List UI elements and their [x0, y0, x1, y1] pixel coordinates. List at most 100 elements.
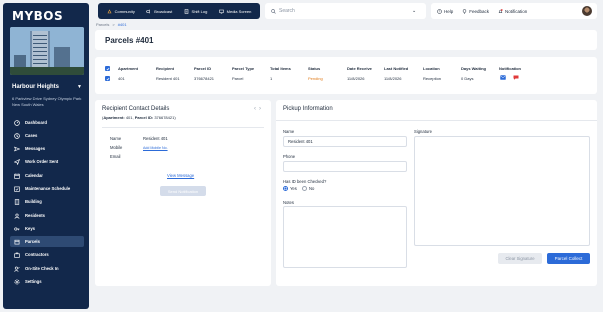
sidebar: MYBOS Harbour Heights ▼ 6 Parkview Drive… [3, 3, 89, 309]
contact-title: Recipient Contact Details [102, 106, 170, 112]
breadcrumb-parent[interactable]: Parcels [96, 22, 109, 27]
col-header-notification[interactable]: Notification [499, 66, 521, 71]
sidebar-item-residents[interactable]: Residents [10, 210, 84, 221]
col-header-last-notified[interactable]: Last Notified [384, 66, 408, 71]
parcel-table: Apartment Recipient Parcel ID Parcel Typ… [95, 57, 597, 94]
send-notification-button[interactable]: Send Notification [160, 186, 206, 196]
building-icon [14, 198, 20, 205]
col-header-apartment[interactable]: Apartment [118, 66, 138, 71]
sidebar-item-dashboard[interactable]: Dashboard [10, 117, 84, 128]
signature-pad[interactable] [414, 136, 590, 246]
title-card: Parcels #401 [95, 30, 597, 50]
sidebar-item-keys[interactable]: Keys [10, 223, 84, 234]
col-header-days-waiting[interactable]: Days Waiting [461, 66, 486, 71]
sidebar-item-label: Residents [25, 213, 46, 218]
tab-label: Shift Log [191, 8, 208, 14]
parcel-id-label: Parcel ID: [134, 115, 154, 120]
cell-last-notified: 11/8/2026 [384, 76, 402, 81]
chevron-right-icon[interactable]: › [259, 106, 264, 112]
mobile-label: Mobile [110, 145, 123, 150]
clear-signature-button[interactable]: Clear Signature [498, 253, 542, 264]
search-bar[interactable]: ⌄ [265, 3, 426, 19]
apartment-label: Apartment: [103, 115, 125, 120]
sidebar-item-parcels[interactable]: Parcels [10, 236, 84, 247]
breadcrumb: Parcels > #401 [96, 22, 127, 27]
sidebar-item-settings[interactable]: Settings [10, 276, 84, 287]
residents-icon [14, 213, 20, 219]
breadcrumb-separator: > [112, 22, 115, 27]
shift-log-icon [184, 8, 188, 14]
col-header-date-receive[interactable]: Date Receive [347, 66, 372, 71]
keys-icon [14, 226, 20, 231]
pickup-name-field[interactable]: Resident 401 [283, 136, 407, 147]
parcel-id-value: 376678421 [154, 115, 175, 120]
sidebar-item-messages[interactable]: Messages [10, 143, 84, 154]
lightbulb-icon [463, 8, 467, 13]
contact-pager: ‹› [254, 106, 264, 112]
col-header-total-items[interactable]: Total Items [270, 66, 291, 71]
sms-icon[interactable] [513, 75, 519, 80]
sidebar-item-work-order-sent[interactable]: Work Order Sent [10, 156, 84, 167]
phone-field[interactable] [283, 161, 407, 172]
select-all-checkbox[interactable] [105, 66, 110, 71]
messages-icon [14, 146, 20, 151]
tab-shift-log[interactable]: Shift Log [184, 8, 208, 14]
breadcrumb-current: #401 [117, 22, 127, 27]
cell-parcel-id: 376678421 [194, 76, 215, 81]
page-title: Parcels #401 [105, 36, 154, 45]
tab-broadcast[interactable]: Broadcast [146, 9, 172, 14]
col-header-location[interactable]: Location [423, 66, 440, 71]
sidebar-item-cases[interactable]: Cases [10, 130, 84, 141]
divider [102, 127, 264, 128]
pickup-name-value: Resident 401 [288, 139, 313, 144]
cell-parcel-type: Parcel [232, 76, 244, 81]
feedback-label: Feedback [469, 8, 490, 14]
sidebar-item-building[interactable]: Building [10, 196, 84, 207]
email-icon[interactable] [500, 75, 506, 80]
search-icon [271, 8, 276, 14]
parcels-icon [14, 239, 20, 244]
sidebar-item-label: Settings [25, 279, 42, 284]
dashboard-icon [14, 119, 20, 126]
row-checkbox[interactable] [105, 76, 110, 81]
sidebar-item-maintenance-schedule[interactable]: Maintenance Schedule [10, 183, 84, 194]
signature-label: Signature [414, 129, 432, 134]
tab-community[interactable]: Community [107, 9, 135, 14]
help-button[interactable]: ? Help [437, 9, 453, 14]
notes-field[interactable] [283, 206, 407, 268]
chevron-down-icon[interactable]: ▼ [77, 84, 82, 90]
community-icon [107, 8, 112, 13]
sidebar-item-label: Maintenance Schedule [25, 186, 71, 191]
chevron-down-icon[interactable]: ⌄ [412, 8, 416, 14]
mybos-logo[interactable]: MYBOS [12, 9, 63, 23]
cell-days-waiting: 0 Days [461, 76, 474, 81]
sidebar-item-label: Building [25, 199, 42, 204]
col-header-parcel-id[interactable]: Parcel ID [194, 66, 211, 71]
parcel-collect-button[interactable]: Parcel Collect [547, 253, 590, 264]
check-icon [106, 67, 109, 71]
col-header-status[interactable]: Status [308, 66, 320, 71]
avatar[interactable] [582, 6, 592, 16]
sidebar-item-on-site-check-in[interactable]: On-Site Check In [10, 263, 84, 274]
id-checked-yes-radio[interactable]: Yes [283, 186, 297, 191]
building-name[interactable]: Harbour Heights [12, 84, 59, 90]
add-mobile-link[interactable]: Add Mobile No. [143, 146, 168, 150]
sidebar-item-label: Keys [25, 226, 36, 231]
notification-button[interactable]: Notification [498, 9, 527, 14]
search-input[interactable] [279, 8, 409, 14]
recipient-contact-card: Recipient Contact Details ‹› (Apartment:… [95, 100, 271, 286]
divider [276, 120, 597, 121]
cell-location: Reception [423, 76, 442, 81]
building-photo [10, 27, 84, 75]
col-header-recipient[interactable]: Recipient [156, 66, 174, 71]
tab-media-screen[interactable]: Media Screen [218, 8, 252, 14]
sidebar-item-calendar[interactable]: Calendar [10, 170, 84, 181]
view-message-link[interactable]: View Message [167, 173, 194, 178]
feedback-button[interactable]: Feedback [462, 9, 489, 14]
radio-unselected-icon [302, 186, 307, 191]
sidebar-item-contractors[interactable]: Contractors [10, 249, 84, 260]
pickup-information-card: Pickup Information Name Resident 401 Pho… [276, 100, 597, 286]
id-checked-no-radio[interactable]: No [302, 186, 314, 191]
col-header-parcel-type[interactable]: Parcel Type [232, 66, 254, 71]
tab-label: Media Screen [226, 8, 252, 14]
